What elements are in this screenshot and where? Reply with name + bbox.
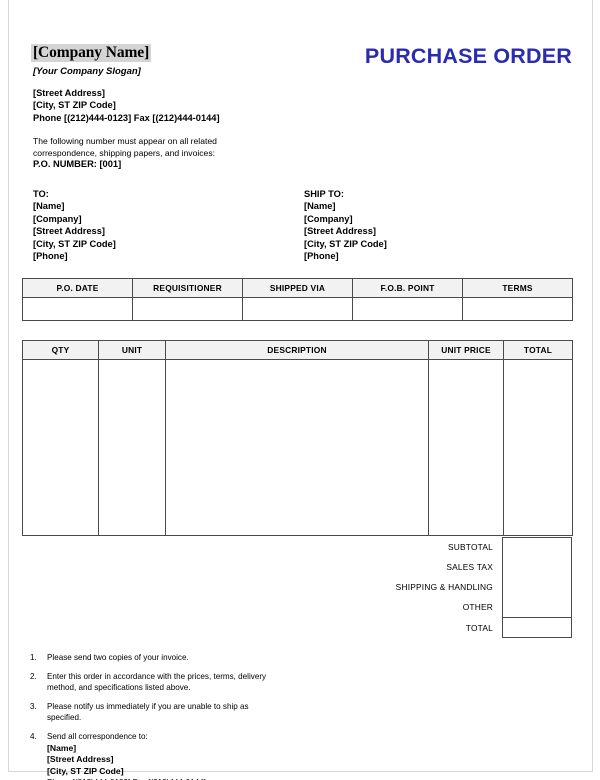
bill-to-label: TO: [33, 189, 49, 199]
cell-description[interactable] [165, 359, 429, 536]
header-unit: UNIT [98, 340, 166, 360]
ship-to-phone: [Phone] [304, 251, 339, 262]
document-sheet: [Company Name] [Your Company Slogan] PUR… [0, 0, 600, 780]
company-slogan: [Your Company Slogan] [33, 66, 141, 77]
cell-terms[interactable] [462, 297, 573, 321]
correspondence-street: [Street Address] [47, 754, 114, 765]
cell-subtotal[interactable] [502, 537, 572, 557]
label-other: OTHER [462, 602, 493, 612]
ship-to-street: [Street Address] [304, 226, 376, 237]
list-item: 1. Please send two copies of your invoic… [30, 652, 360, 664]
correspondence-name: [Name] [47, 742, 77, 753]
ship-to-company: [Company] [304, 213, 353, 224]
totals-row-subtotal: SUBTOTAL [370, 537, 572, 557]
bill-to-name: [Name] [33, 201, 65, 212]
correspondence-city-state-zip: [City, ST ZIP Code] [47, 765, 124, 776]
totals-row-total: TOTAL [370, 617, 572, 638]
note-1-line-1: Please send two copies of your invoice. [47, 653, 189, 662]
company-phone-fax: Phone [(212)444-0123] Fax [(212)444-0144… [33, 112, 220, 123]
note-2-line-2: method, and specifications listed above. [47, 683, 191, 693]
ship-to-name: [Name] [304, 201, 336, 212]
list-item: 2. Enter this order in accordance with t… [30, 671, 360, 694]
bill-to-company: [Company] [33, 213, 82, 224]
label-subtotal: SUBTOTAL [447, 542, 493, 552]
cell-requisitioner[interactable] [132, 297, 243, 321]
cell-shipping-handling[interactable] [502, 577, 572, 597]
note-body-4: Send all correspondence to: [Name] [Stre… [47, 731, 360, 780]
cell-unit-price[interactable] [428, 359, 504, 536]
ship-to-label: SHIP TO: [304, 189, 344, 199]
bill-to-phone: [Phone] [33, 251, 68, 262]
order-info-value-row [22, 297, 573, 321]
totals-row-shipping-handling: SHIPPING & HANDLING [370, 577, 572, 597]
label-shipping-handling: SHIPPING & HANDLING [395, 582, 493, 592]
footer-instructions: 1. Please send two copies of your invoic… [30, 652, 360, 780]
note-number-1: 1. [30, 653, 37, 662]
bill-to-street: [Street Address] [33, 226, 105, 237]
ship-to-block: SHIP TO: [Name] [Company] [Street Addres… [304, 188, 387, 262]
cell-total[interactable] [503, 359, 573, 536]
header-fob-point: F.O.B. POINT [352, 278, 463, 298]
company-address-block: [Street Address] [City, ST ZIP Code] Pho… [33, 87, 220, 124]
notice-line-1: The following number must appear on all … [33, 136, 217, 146]
cell-unit[interactable] [98, 359, 166, 536]
note-number-3: 3. [30, 701, 37, 711]
cell-shipped-via[interactable] [242, 297, 353, 321]
cell-po-date[interactable] [22, 297, 133, 321]
note-3-line-1: Please notify us immediately if you are … [47, 701, 249, 711]
page-title: PURCHASE ORDER [364, 44, 572, 68]
cell-sales-tax[interactable] [502, 557, 572, 577]
company-name: [Company Name] [31, 44, 152, 62]
list-item: 3. Please notify us immediately if you a… [30, 701, 360, 724]
company-city-state-zip: [City, ST ZIP Code] [33, 100, 116, 111]
header-po-date: P.O. DATE [22, 278, 133, 298]
cell-grand-total[interactable] [502, 617, 572, 638]
note-body-3: Please notify us immediately if you are … [47, 701, 360, 724]
note-body-2: Enter this order in accordance with the … [47, 671, 360, 694]
label-total: TOTAL [465, 622, 493, 633]
notice-line-2: correspondence, shipping papers, and inv… [33, 147, 216, 158]
note-3-line-2: specified. [47, 713, 82, 723]
order-info-header-row: P.O. DATE REQUISITIONER SHIPPED VIA F.O.… [22, 278, 573, 298]
order-info-table: P.O. DATE REQUISITIONER SHIPPED VIA F.O.… [22, 278, 573, 321]
totals-row-other: OTHER [370, 597, 572, 617]
list-item: 4. Send all correspondence to: [Name] [S… [30, 731, 360, 780]
totals-section: SUBTOTAL SALES TAX SHIPPING & HANDLING O… [370, 537, 572, 638]
note-body-1: Please send two copies of your invoice. [47, 652, 360, 664]
cell-other[interactable] [502, 597, 572, 617]
header-shipped-via: SHIPPED VIA [242, 278, 353, 298]
po-number: P.O. NUMBER: [001] [33, 159, 122, 170]
header-unit-price: UNIT PRICE [428, 340, 504, 360]
bill-to-block: TO: [Name] [Company] [Street Address] [C… [33, 188, 116, 262]
company-street: [Street Address] [33, 88, 105, 98]
po-number-notice: The following number must appear on all … [33, 136, 333, 171]
note-4-line-1: Send all correspondence to: [47, 731, 148, 741]
bill-to-city-state-zip: [City, ST ZIP Code] [33, 238, 116, 249]
note-number-2: 2. [30, 671, 37, 681]
label-sales-tax: SALES TAX [446, 562, 493, 572]
line-items-header-row: QTY UNIT DESCRIPTION UNIT PRICE TOTAL [22, 340, 573, 360]
totals-row-sales-tax: SALES TAX [370, 557, 572, 577]
cell-qty[interactable] [22, 359, 99, 536]
header-qty: QTY [22, 340, 99, 360]
cell-fob-point[interactable] [352, 297, 463, 321]
header-requisitioner: REQUISITIONER [132, 278, 243, 298]
ship-to-city-state-zip: [City, ST ZIP Code] [304, 238, 387, 249]
header-terms: TERMS [462, 278, 573, 298]
line-items-table: QTY UNIT DESCRIPTION UNIT PRICE TOTAL [22, 340, 573, 536]
purchase-order-page: [Company Name] [Your Company Slogan] PUR… [0, 0, 600, 780]
note-number-4: 4. [30, 731, 37, 741]
header-total: TOTAL [503, 340, 573, 360]
header-description: DESCRIPTION [165, 340, 429, 360]
note-2-line-1: Enter this order in accordance with the … [47, 671, 267, 681]
table-row [22, 359, 573, 536]
